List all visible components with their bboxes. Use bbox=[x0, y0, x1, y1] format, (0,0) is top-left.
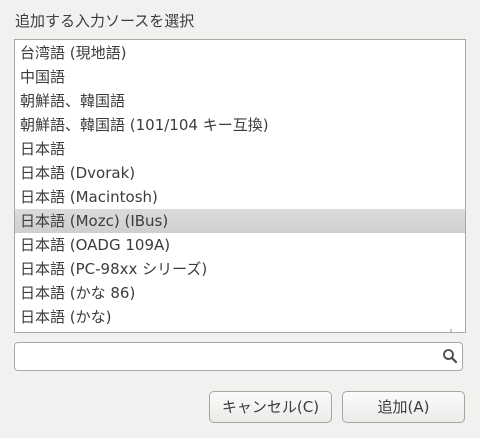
list-item[interactable]: 朝鮮語、韓国語 (101/104 キー互換) bbox=[15, 113, 465, 137]
scroll-indicator bbox=[450, 329, 452, 332]
search-input[interactable] bbox=[19, 346, 423, 369]
add-input-source-dialog: 追加する入力ソースを選択 台湾語 (現地語) 中国語 朝鮮語、韓国語 朝鮮語、韓… bbox=[0, 0, 480, 438]
list-item[interactable]: 日本語 (かな 86) bbox=[15, 281, 465, 305]
list-item-selected[interactable]: 日本語 (Mozc) (IBus) bbox=[15, 209, 465, 233]
list-item[interactable]: 日本語 (Macintosh) bbox=[15, 185, 465, 209]
list-item[interactable]: 日本語 bbox=[15, 137, 465, 161]
list-item[interactable]: 日本語 (PC-98xx シリーズ) bbox=[15, 257, 465, 281]
list-item[interactable]: 中国語 bbox=[15, 65, 465, 89]
list-item[interactable]: 日本語 (OADG 109A) bbox=[15, 233, 465, 257]
dialog-title: 追加する入力ソースを選択 bbox=[15, 12, 195, 30]
cancel-button[interactable]: キャンセル(C) bbox=[209, 391, 332, 423]
input-source-list[interactable]: 台湾語 (現地語) 中国語 朝鮮語、韓国語 朝鮮語、韓国語 (101/104 キ… bbox=[14, 39, 466, 333]
search-field[interactable] bbox=[14, 342, 463, 371]
list-item[interactable]: 日本語 (Dvorak) bbox=[15, 161, 465, 185]
add-button[interactable]: 追加(A) bbox=[342, 391, 465, 423]
list-item[interactable]: 朝鮮語、韓国語 bbox=[15, 89, 465, 113]
search-icon[interactable] bbox=[442, 348, 458, 364]
list-item[interactable]: 台湾語 (現地語) bbox=[15, 41, 465, 65]
list-item[interactable]: 日本語 (かな) bbox=[15, 305, 465, 329]
